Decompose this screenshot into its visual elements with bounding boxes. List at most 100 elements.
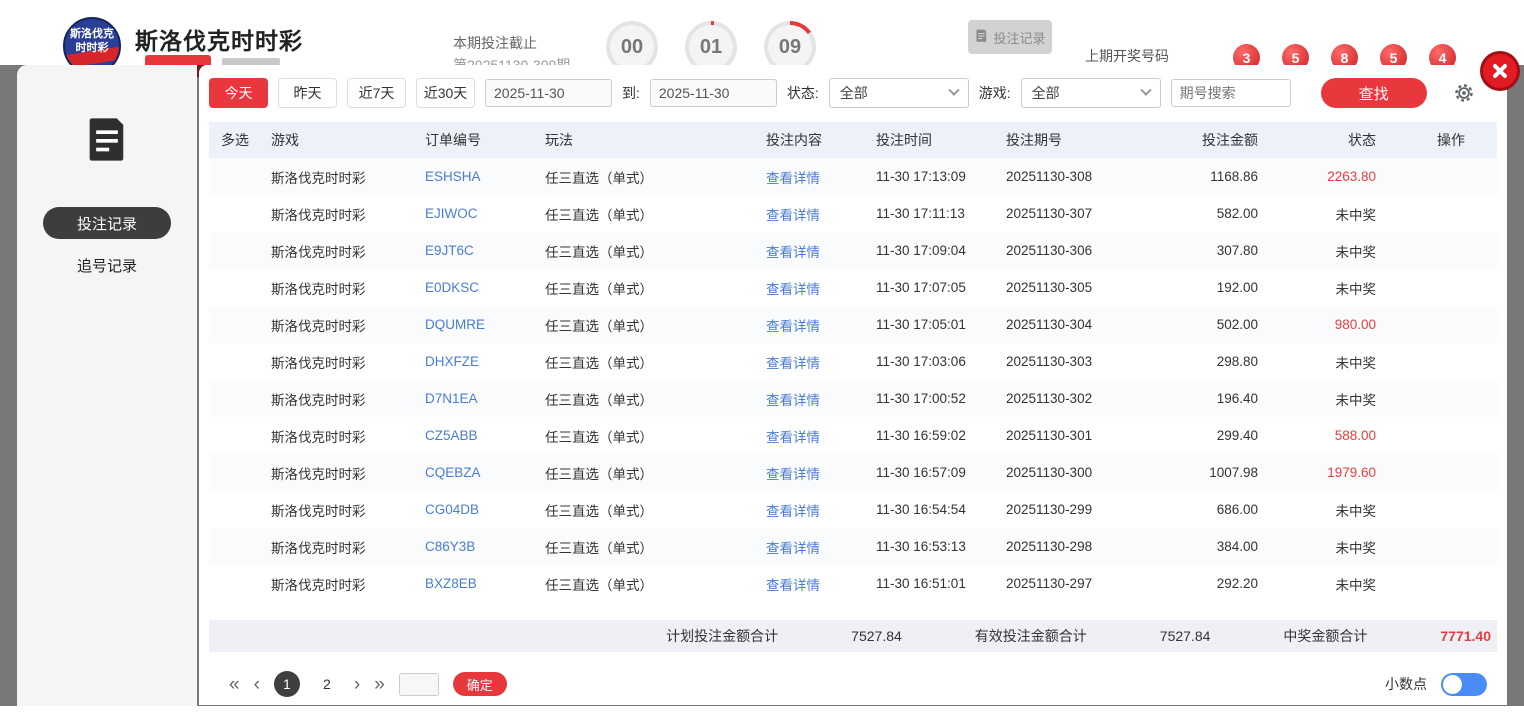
cell-bet-time: 11-30 16:51:01 bbox=[876, 576, 966, 591]
document-icon bbox=[974, 28, 989, 46]
prev-page-icon[interactable]: ‹ bbox=[254, 675, 260, 694]
next-page-icon[interactable]: › bbox=[354, 675, 360, 694]
close-icon[interactable] bbox=[1480, 51, 1520, 91]
cell-status: 980.00 bbox=[1334, 317, 1376, 332]
sidebar-item-chase-records[interactable]: 追号记录 bbox=[43, 249, 171, 281]
cell-play-type: 任三直选（单式） bbox=[545, 244, 653, 260]
cell-bet-time: 11-30 16:59:02 bbox=[876, 428, 966, 443]
cell-bet-period: 20251130-308 bbox=[1006, 169, 1093, 184]
cell-bet-period: 20251130-303 bbox=[1006, 354, 1093, 369]
deadline-label: 本期投注截止 bbox=[453, 35, 537, 51]
valid-total-label: 有效投注金额合计 bbox=[974, 628, 1087, 644]
order-id-link[interactable]: D7N1EA bbox=[409, 391, 529, 406]
filter-bar: 今天 昨天 近7天 近30天 到: 状态: 全部 游戏: 全部 查找 bbox=[199, 65, 1507, 108]
cell-game: 斯洛伐克时时彩 bbox=[271, 429, 366, 445]
cell-bet-period: 20251130-300 bbox=[1006, 465, 1093, 480]
cell-bet-time: 11-30 17:05:01 bbox=[876, 317, 966, 332]
confirm-page-button[interactable]: 确定 bbox=[452, 672, 507, 696]
table-row: 斯洛伐克时时彩 D7N1EA 任三直选（单式） 查看详情 11-30 17:00… bbox=[209, 380, 1497, 417]
order-id-link[interactable]: EJIWOC bbox=[409, 206, 529, 221]
date-to-input[interactable] bbox=[649, 79, 777, 107]
bet-records-button[interactable]: 投注记录 bbox=[968, 20, 1052, 54]
table-row: 斯洛伐克时时彩 DQUMRE 任三直选（单式） 查看详情 11-30 17:05… bbox=[209, 306, 1497, 343]
cell-play-type: 任三直选（单式） bbox=[545, 540, 653, 556]
page-2-button[interactable]: 2 bbox=[314, 671, 340, 697]
order-id-link[interactable]: ESHSHA bbox=[409, 169, 529, 184]
view-details-link[interactable]: 查看详情 bbox=[759, 241, 864, 261]
order-id-link[interactable]: CQEBZA bbox=[409, 465, 529, 480]
to-label: 到: bbox=[622, 85, 640, 101]
cell-play-type: 任三直选（单式） bbox=[545, 281, 653, 297]
game-select-value: 全部 bbox=[1031, 85, 1060, 101]
cell-bet-period: 20251130-298 bbox=[1006, 539, 1093, 554]
cell-game: 斯洛伐克时时彩 bbox=[271, 207, 366, 223]
order-id-link[interactable]: BXZ8EB bbox=[409, 576, 529, 591]
view-details-link[interactable]: 查看详情 bbox=[759, 278, 864, 298]
view-details-link[interactable]: 查看详情 bbox=[759, 500, 864, 520]
order-id-link[interactable]: E9JT6C bbox=[409, 243, 529, 258]
cell-bet-time: 11-30 17:13:09 bbox=[876, 169, 966, 184]
order-id-link[interactable]: DHXFZE bbox=[409, 354, 529, 369]
cell-game: 斯洛伐克时时彩 bbox=[271, 466, 366, 482]
cell-game: 斯洛伐克时时彩 bbox=[271, 318, 366, 334]
cell-bet-time: 11-30 17:07:05 bbox=[876, 280, 966, 295]
cell-status: 未中奖 bbox=[1335, 281, 1377, 297]
view-details-link[interactable]: 查看详情 bbox=[759, 574, 864, 594]
filter-yesterday-button[interactable]: 昨天 bbox=[278, 78, 337, 108]
decimal-point-toggle[interactable] bbox=[1441, 672, 1487, 696]
table-row: 斯洛伐克时时彩 CZ5ABB 任三直选（单式） 查看详情 11-30 16:59… bbox=[209, 417, 1497, 454]
last-page-icon[interactable]: » bbox=[374, 675, 385, 694]
page-1-button[interactable]: 1 bbox=[273, 671, 300, 697]
view-details-link[interactable]: 查看详情 bbox=[759, 537, 864, 557]
header-play-type: 玩法 bbox=[545, 132, 573, 148]
game-select[interactable]: 全部 bbox=[1020, 78, 1161, 108]
sidebar-item-bet-records[interactable]: 投注记录 bbox=[43, 207, 171, 239]
period-search-input[interactable] bbox=[1170, 79, 1291, 107]
header-multiselect: 多选 bbox=[221, 132, 249, 148]
filter-7days-button[interactable]: 近7天 bbox=[347, 78, 406, 108]
cell-bet-period: 20251130-306 bbox=[1006, 243, 1093, 258]
order-id-link[interactable]: CG04DB bbox=[409, 502, 529, 517]
filter-today-button[interactable]: 今天 bbox=[209, 78, 268, 108]
last-draw-label: 上期开奖号码 bbox=[1085, 48, 1169, 64]
order-id-link[interactable]: DQUMRE bbox=[409, 317, 529, 332]
cell-game: 斯洛伐克时时彩 bbox=[271, 244, 366, 260]
cell-game: 斯洛伐克时时彩 bbox=[271, 392, 366, 408]
header-bet-content: 投注内容 bbox=[766, 132, 822, 148]
cell-status: 未中奖 bbox=[1335, 392, 1377, 408]
cell-game: 斯洛伐克时时彩 bbox=[271, 170, 366, 186]
view-details-link[interactable]: 查看详情 bbox=[759, 315, 864, 335]
date-from-input[interactable] bbox=[485, 79, 612, 107]
table-row: 斯洛伐克时时彩 CQEBZA 任三直选（单式） 查看详情 11-30 16:57… bbox=[209, 454, 1497, 491]
cell-game: 斯洛伐克时时彩 bbox=[271, 281, 366, 297]
cell-status: 2263.80 bbox=[1327, 169, 1376, 184]
cell-status: 未中奖 bbox=[1335, 577, 1377, 593]
page-header: 斯洛伐克 时时彩 斯洛伐克时时彩 本期投注截止 第20251130-309期 0… bbox=[0, 0, 1524, 77]
filter-30days-button[interactable]: 近30天 bbox=[416, 78, 475, 108]
view-details-link[interactable]: 查看详情 bbox=[759, 389, 864, 409]
view-details-link[interactable]: 查看详情 bbox=[759, 167, 864, 187]
cell-status: 未中奖 bbox=[1335, 540, 1377, 556]
status-select[interactable]: 全部 bbox=[828, 78, 969, 108]
order-id-link[interactable]: E0DKSC bbox=[409, 280, 529, 295]
chevron-down-icon bbox=[948, 84, 960, 96]
cell-play-type: 任三直选（单式） bbox=[545, 170, 653, 186]
cell-status: 未中奖 bbox=[1335, 355, 1377, 371]
first-page-icon[interactable]: « bbox=[229, 675, 240, 694]
plan-total-value: 7527.84 bbox=[851, 628, 902, 644]
view-details-link[interactable]: 查看详情 bbox=[759, 463, 864, 483]
view-details-link[interactable]: 查看详情 bbox=[759, 204, 864, 224]
order-id-link[interactable]: CZ5ABB bbox=[409, 428, 529, 443]
cell-bet-amount: 196.40 bbox=[1216, 391, 1258, 406]
page-jump-input[interactable] bbox=[398, 672, 439, 696]
view-details-link[interactable]: 查看详情 bbox=[759, 352, 864, 372]
cell-bet-amount: 299.40 bbox=[1216, 428, 1258, 443]
cell-bet-amount: 502.00 bbox=[1216, 317, 1258, 332]
find-button[interactable]: 查找 bbox=[1320, 78, 1427, 108]
cell-bet-amount: 298.80 bbox=[1216, 354, 1258, 369]
order-id-link[interactable]: C86Y3B bbox=[409, 539, 529, 554]
win-total-value: 7771.40 bbox=[1440, 628, 1491, 644]
gear-icon[interactable] bbox=[1453, 82, 1475, 104]
view-details-link[interactable]: 查看详情 bbox=[759, 426, 864, 446]
cell-bet-amount: 192.00 bbox=[1216, 280, 1258, 295]
